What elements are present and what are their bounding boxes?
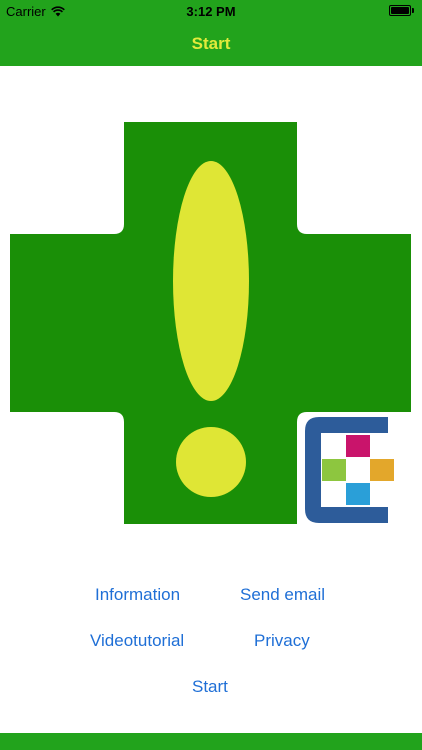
exclamation-icon <box>173 161 249 497</box>
videotutorial-link[interactable]: Videotutorial <box>90 631 184 651</box>
app-screen: Carrier 3:12 PM Start Information Send e… <box>0 0 422 750</box>
status-bar: Carrier 3:12 PM <box>0 0 422 22</box>
bottom-bar <box>0 733 422 750</box>
battery-icon <box>389 5 414 16</box>
app-logo-icon <box>305 417 394 523</box>
send-email-link[interactable]: Send email <box>240 585 325 605</box>
information-link[interactable]: Information <box>95 585 180 605</box>
privacy-link[interactable]: Privacy <box>254 631 310 651</box>
page-title: Start <box>191 34 231 53</box>
hero-graphic <box>10 122 411 524</box>
status-time: 3:12 PM <box>186 4 236 19</box>
navigation-bar: Start <box>0 22 422 66</box>
start-link[interactable]: Start <box>192 677 228 697</box>
